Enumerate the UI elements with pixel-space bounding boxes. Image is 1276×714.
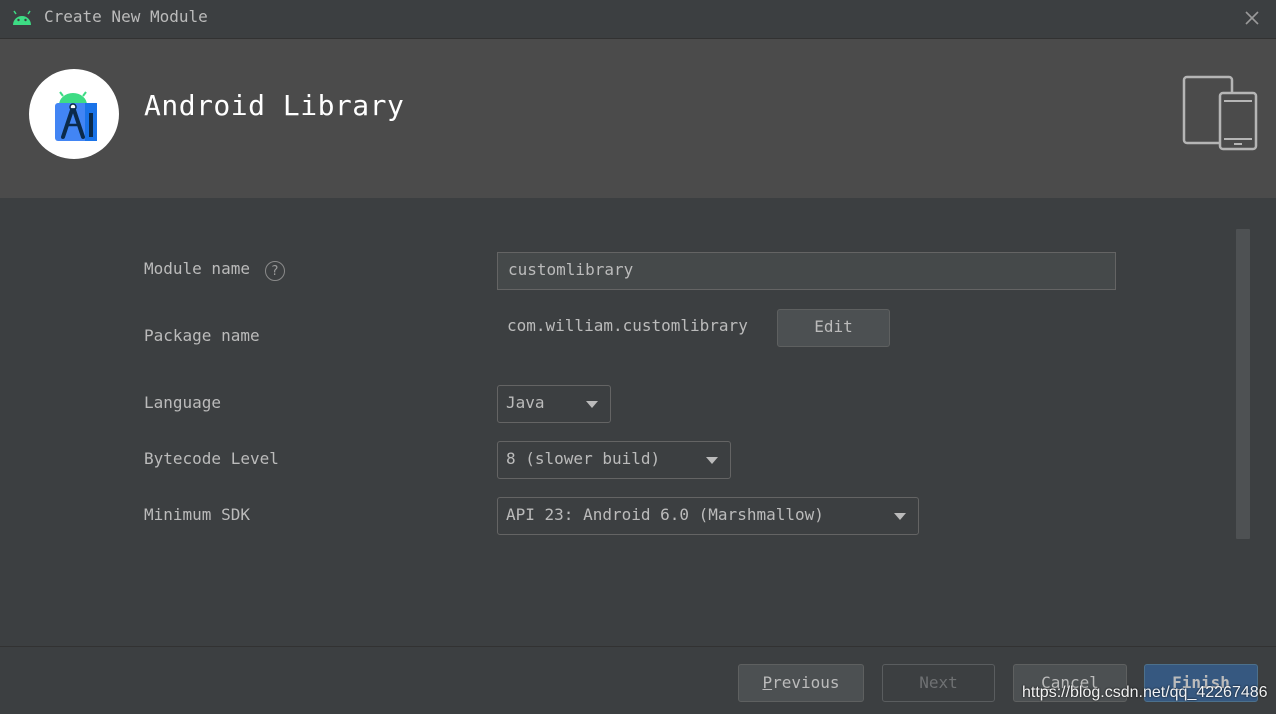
help-icon[interactable]: ?	[265, 261, 285, 281]
package-name-value: com.william.customlibrary	[507, 316, 748, 335]
chevron-down-icon	[586, 401, 598, 408]
language-value: Java	[506, 393, 545, 412]
package-name-label: Package name	[144, 326, 260, 345]
language-label: Language	[144, 393, 222, 412]
footer-divider	[0, 646, 1276, 647]
window-title: Create New Module	[44, 7, 208, 26]
tablet-phone-icon	[1182, 75, 1258, 151]
language-dropdown[interactable]: Java	[497, 385, 611, 423]
minimum-sdk-value: API 23: Android 6.0 (Marshmallow)	[506, 505, 824, 524]
chevron-down-icon	[894, 513, 906, 520]
vertical-scrollbar[interactable]	[1236, 229, 1250, 539]
android-studio-logo-icon	[29, 69, 119, 159]
next-button[interactable]: Next	[882, 664, 995, 702]
module-name-label: Module name	[144, 259, 250, 278]
previous-button[interactable]: Previous	[738, 664, 864, 702]
module-name-input[interactable]: customlibrary	[497, 252, 1116, 290]
previous-mnemonic: P	[762, 673, 773, 692]
module-type-title: Android Library	[144, 89, 405, 122]
chevron-down-icon	[706, 457, 718, 464]
previous-label: revious	[772, 673, 840, 692]
close-icon[interactable]	[1242, 8, 1262, 28]
bytecode-level-dropdown[interactable]: 8 (slower build)	[497, 441, 731, 479]
bytecode-level-value: 8 (slower build)	[506, 449, 661, 468]
android-icon	[13, 10, 31, 25]
edit-package-button[interactable]: Edit	[777, 309, 890, 347]
module-header: Android Library	[0, 39, 1276, 198]
watermark: https://blog.csdn.net/qq_42267486	[1022, 684, 1268, 701]
minimum-sdk-dropdown[interactable]: API 23: Android 6.0 (Marshmallow)	[497, 497, 919, 535]
bytecode-level-label: Bytecode Level	[144, 449, 279, 468]
title-bar: Create New Module	[0, 0, 1276, 39]
minimum-sdk-label: Minimum SDK	[144, 505, 250, 524]
